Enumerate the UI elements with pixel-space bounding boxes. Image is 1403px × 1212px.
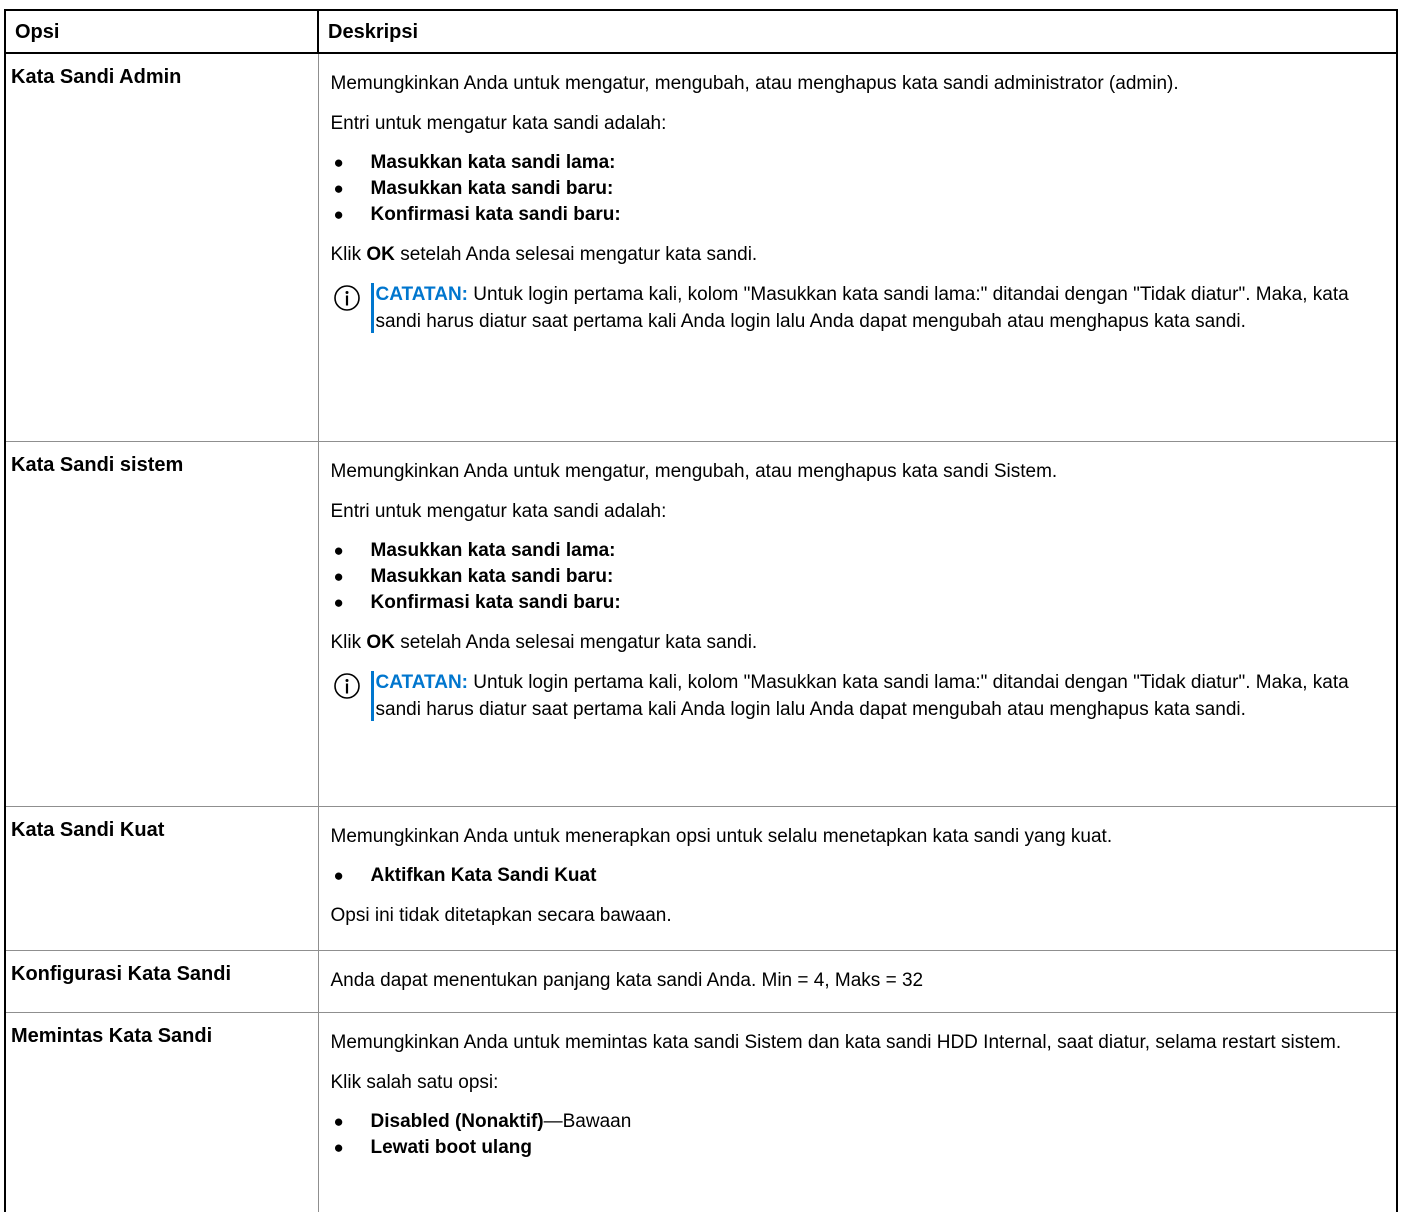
option-name: Konfigurasi Kata Sandi [4, 949, 319, 1013]
option-name: Memintas Kata Sandi [4, 1011, 319, 1212]
bullet-icon: ● [333, 179, 344, 198]
list-item: ● Masukkan kata sandi baru: [331, 176, 1381, 202]
note-text: Untuk login pertama kali, kolom "Masukka… [375, 671, 1349, 720]
option-name: Kata Sandi Kuat [4, 805, 319, 951]
description-text: Memungkinkan Anda untuk mengatur, mengub… [330, 460, 1058, 482]
note-text: Untuk login pertama kali, kolom "Masukka… [375, 284, 1349, 332]
info-circle-icon [333, 672, 360, 699]
table-row: Kata Sandi sistem Memungkinkan Anda untu… [4, 440, 1398, 807]
table-row: Kata Sandi Kuat Memungkinkan Anda untuk … [4, 805, 1398, 951]
description-text: Memungkinkan Anda untuk menerapkan opsi … [330, 825, 1113, 847]
bullet-icon: ● [333, 540, 344, 560]
bullet-icon: ● [333, 1111, 344, 1131]
option-list: ● Disabled (Nonaktif)—Bawaan ● Lewati boot… [331, 1109, 1381, 1161]
table-row: Memintas Kata Sandi Memungkinkan Anda un… [4, 1011, 1398, 1212]
info-circle-icon [333, 285, 360, 311]
table-row: Kata Sandi Admin Memungkinkan Anda untuk… [4, 52, 1398, 442]
click-ok-instruction: Klik OK setelah Anda selesai mengatur ka… [330, 631, 758, 653]
option-description: Anda dapat menentukan panjang kata sandi… [317, 949, 1398, 1013]
note-accent-bar [370, 670, 374, 721]
option-description: Memungkinkan Anda untuk mengatur, mengub… [317, 52, 1398, 442]
description-text: Memungkinkan Anda untuk memintas kata sa… [330, 1031, 1342, 1053]
bullet-icon: ● [333, 153, 344, 172]
bullet-icon: ● [333, 865, 344, 885]
list-item: ● Masukkan kata sandi baru: [331, 564, 1381, 590]
click-ok-instruction: Klik OK setelah Anda selesai mengatur ka… [330, 244, 758, 265]
list-item: ● Konfirmasi kata sandi baru: [331, 202, 1381, 228]
entries-intro: Entri untuk mengatur kata sandi adalah: [330, 500, 667, 522]
bios-options-table: Opsi Deskripsi Kata Sandi Admin Memungki… [4, 9, 1398, 1212]
header-option: Opsi [4, 9, 319, 54]
note-box: CATATAN: Untuk login pertama kali, kolom… [331, 281, 1381, 335]
entries-intro: Entri untuk mengatur kata sandi adalah: [330, 113, 667, 134]
option-description: Memungkinkan Anda untuk memintas kata sa… [317, 1011, 1398, 1212]
table-row: Konfigurasi Kata Sandi Anda dapat menent… [4, 949, 1398, 1013]
option-description: Memungkinkan Anda untuk mengatur, mengub… [317, 440, 1398, 807]
options-intro: Klik salah satu opsi: [330, 1071, 499, 1093]
bullet-icon: ● [333, 592, 344, 612]
bullet-icon: ● [333, 205, 344, 224]
list-item: ● Konfirmasi kata sandi baru: [331, 590, 1381, 616]
note-label: CATATAN: [375, 671, 469, 693]
list-item: ● Masukkan kata sandi lama: [331, 150, 1381, 176]
default-note: Opsi ini tidak ditetapkan secara bawaan. [330, 904, 672, 926]
description-text: Anda dapat menentukan panjang kata sandi… [330, 969, 924, 991]
note-box: CATATAN: Untuk login pertama kali, kolom… [331, 669, 1381, 723]
password-entry-list: ● Masukkan kata sandi lama: ● Masukkan kat… [331, 150, 1381, 228]
note-label: CATATAN: [375, 284, 469, 305]
note-accent-bar [370, 283, 374, 333]
option-list: ● Aktifkan Kata Sandi Kuat [331, 863, 1381, 889]
table-header-row: Opsi Deskripsi [4, 9, 1398, 54]
option-name: Kata Sandi Admin [4, 52, 319, 442]
list-item: ● Aktifkan Kata Sandi Kuat [331, 863, 1381, 889]
option-name: Kata Sandi sistem [4, 440, 319, 807]
bullet-icon: ● [333, 1137, 344, 1157]
description-text: Memungkinkan Anda untuk mengatur, mengub… [330, 73, 1179, 94]
option-description: Memungkinkan Anda untuk menerapkan opsi … [317, 805, 1398, 951]
header-description: Deskripsi [317, 9, 1398, 54]
list-item: ● Masukkan kata sandi lama: [331, 538, 1381, 564]
list-item: ● Disabled (Nonaktif)—Bawaan [331, 1109, 1381, 1135]
bullet-icon: ● [333, 566, 344, 586]
password-entry-list: ● Masukkan kata sandi lama: ● Masukkan kat… [331, 538, 1381, 616]
list-item: ● Lewati boot ulang [331, 1135, 1381, 1161]
